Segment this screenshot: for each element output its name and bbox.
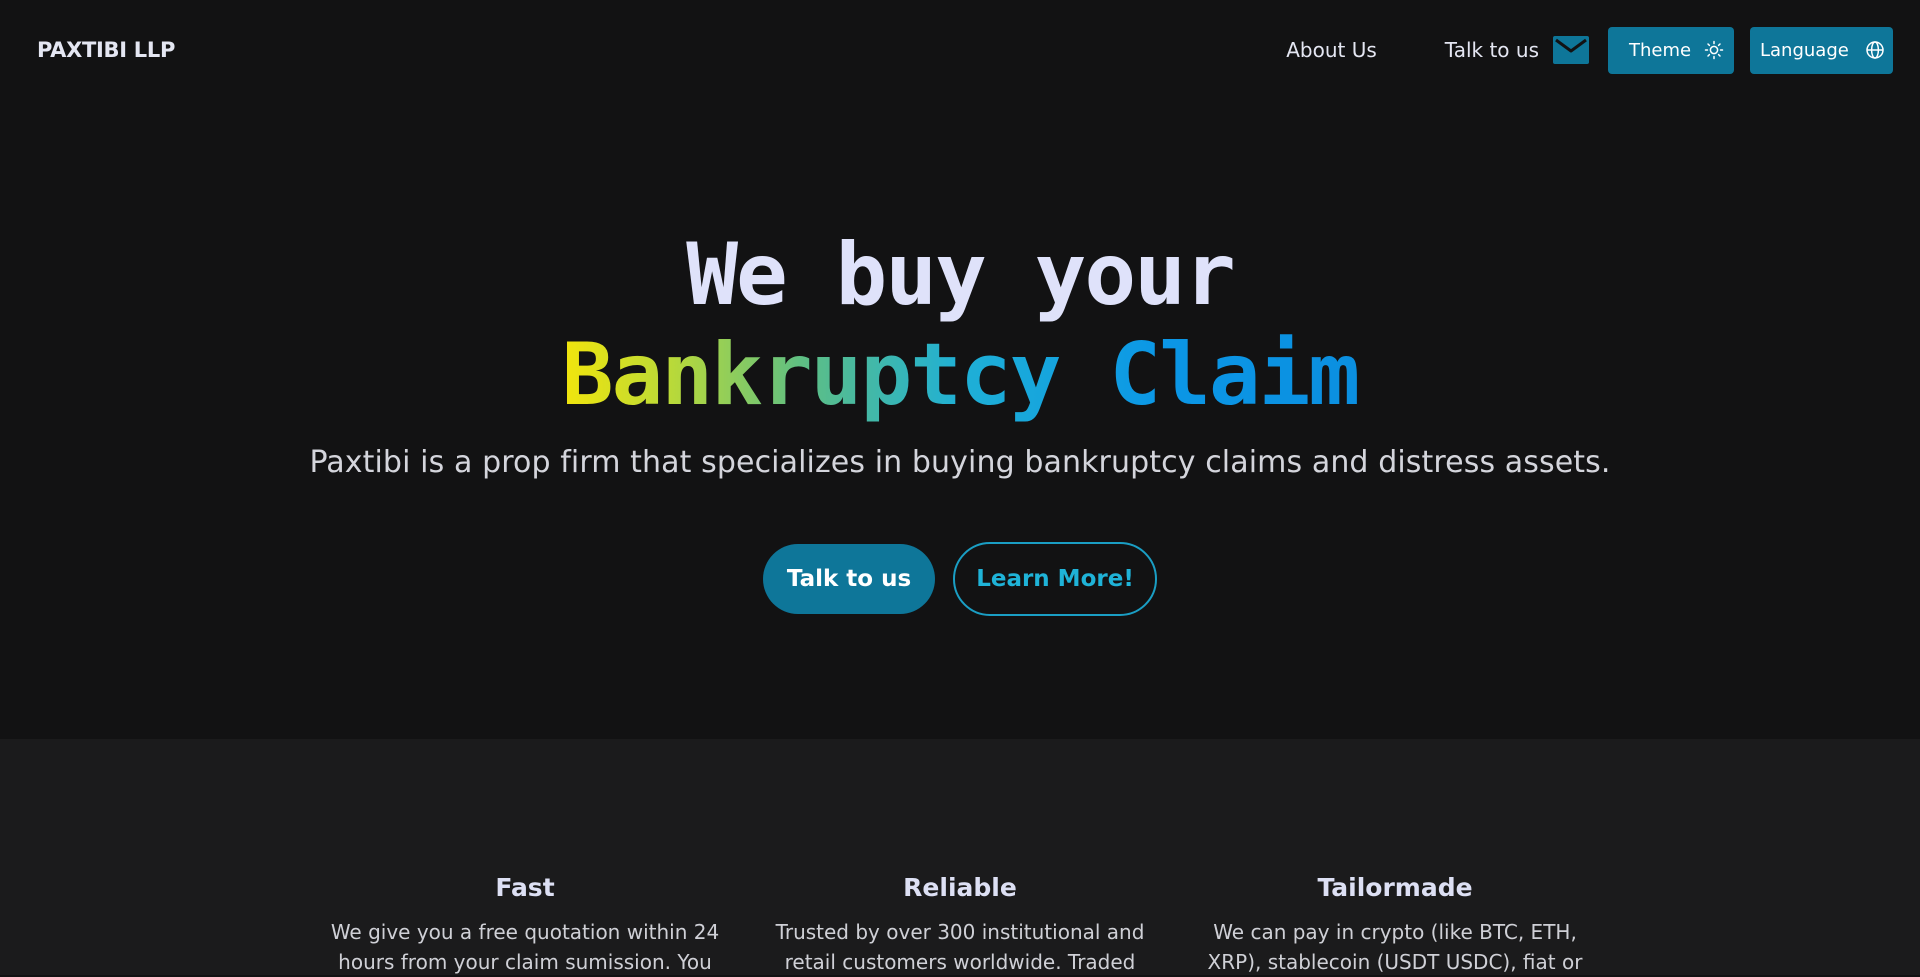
hero-title-line1: We buy your [686,225,1236,325]
main-nav: About Us Talk to us Theme Language [1286,26,1893,74]
feature-title: Reliable [903,873,1017,902]
feature-title: Fast [495,873,555,902]
feature-text: We give you a free quotation within 24 h… [330,920,720,974]
talk-to-us-button[interactable]: Talk to us [763,544,935,614]
features-section: Fast We give you a free quotation within… [0,739,1920,975]
feature-card-fast: Fast We give you a free quotation within… [315,873,735,977]
feature-title: Tailormade [1317,873,1473,902]
nav-talk-to-us[interactable]: Talk to us [1445,36,1589,64]
hero-cta-row: Talk to us Learn More! [0,542,1920,616]
language-button-label: Language [1760,39,1849,61]
learn-more-button[interactable]: Learn More! [953,542,1157,616]
hero-section: We buy your Bankruptcy Claim Paxtibi is … [0,100,1920,739]
theme-button-label: Theme [1629,39,1692,61]
hero-title-highlight: Bankruptcy Claim [561,325,1360,425]
globe-icon [1865,40,1885,60]
hero-subtitle: Paxtibi is a prop firm that specializes … [309,445,1611,480]
nav-talk-label: Talk to us [1444,38,1539,62]
sun-icon [1704,40,1724,60]
site-header: PAXTIBI LLP About Us Talk to us Theme La… [0,0,1920,100]
feature-text: Trusted by over 300 institutional and re… [775,920,1145,974]
mail-icon [1553,36,1589,64]
theme-button[interactable]: Theme [1608,26,1734,74]
hero-title: We buy your Bankruptcy Claim [0,225,1920,425]
feature-text: We can pay in crypto (like BTC, ETH, XRP… [1207,920,1583,974]
language-button[interactable]: Language [1750,26,1893,74]
feature-card-reliable: Reliable Trusted by over 300 institution… [750,873,1170,977]
feature-card-tailormade: Tailormade We can pay in crypto (like BT… [1185,873,1605,977]
logo[interactable]: PAXTIBI LLP [37,38,175,62]
nav-about-us[interactable]: About Us [1286,38,1377,62]
